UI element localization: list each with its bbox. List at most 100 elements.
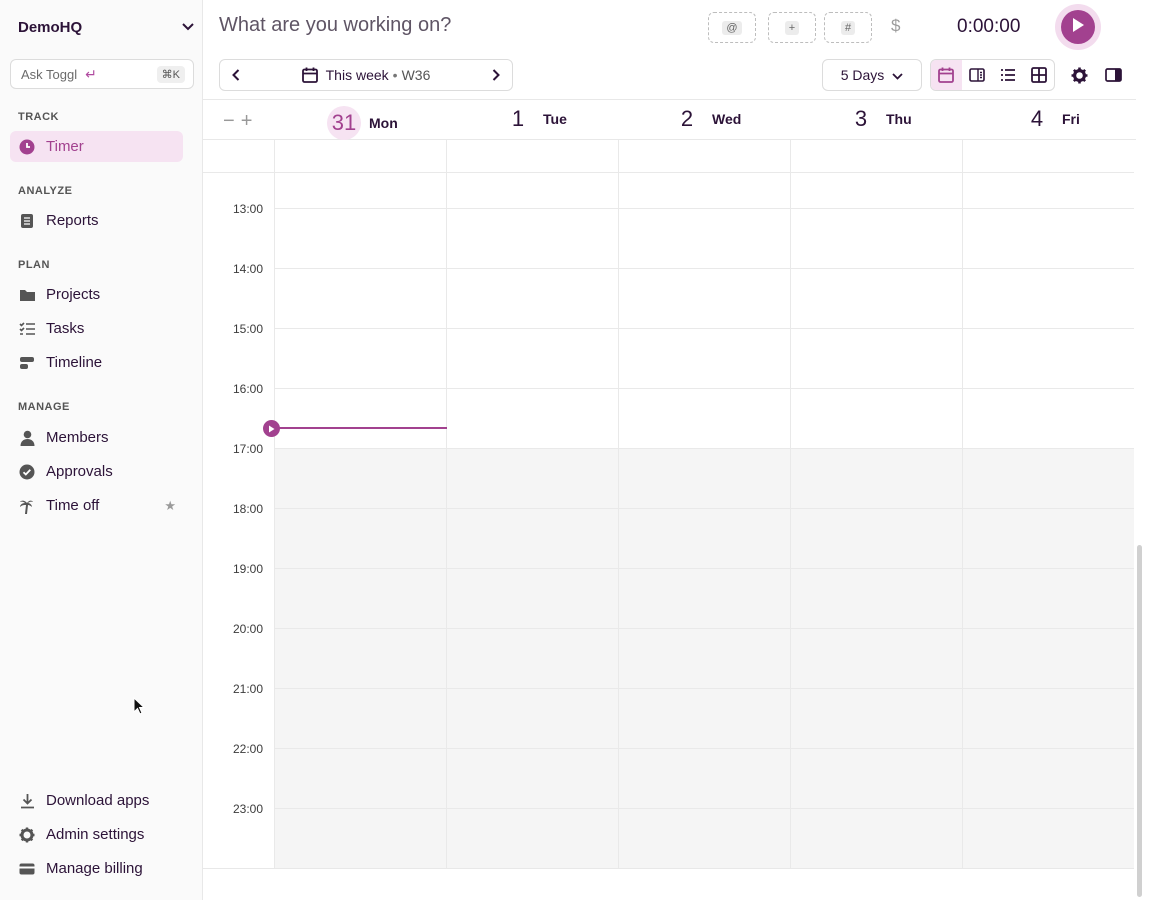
hour-label: 14:00 [233,262,264,276]
project-label: + [784,20,800,35]
calendar-scrollbar[interactable] [1137,545,1142,897]
ask-shortcut: ⌘K [156,65,185,83]
tag-label: # [840,20,856,35]
day-header-thu[interactable]: 3 Thu [844,106,912,132]
sidebar: DemoHQ Ask Toggl ↵ ⌘K TRACK Timer ANALYZ… [0,0,203,900]
chevron-down-icon [182,18,194,36]
sidebar-item-label: Approvals [46,463,113,480]
day-name: Tue [543,111,567,127]
calendar-icon [301,67,318,83]
sidebar-item-timer[interactable]: Timer [10,131,183,162]
sidebar-item-projects[interactable]: Projects [10,279,183,310]
day-number: 1 [511,106,525,131]
side-panel-icon [1104,68,1122,82]
split-view-button[interactable] [962,60,993,90]
tag-button[interactable]: # [824,12,872,43]
grid-hour-line [275,448,1134,449]
day-number: 3 [854,106,868,131]
sidebar-item-timeline[interactable]: Timeline [10,347,183,378]
current-time-marker[interactable] [263,420,280,437]
list-view-button[interactable] [993,60,1024,90]
grid-day-line [274,140,275,868]
day-number: 31 [327,106,361,140]
grid-day-line [962,140,963,868]
grid-hour-line [275,268,1134,269]
sidebar-item-reports[interactable]: Reports [10,205,183,236]
grid-hour-line [275,808,1134,809]
hour-label: 13:00 [233,202,264,216]
description-input[interactable]: What are you working on? [219,14,451,37]
section-analyze: ANALYZE [18,185,73,197]
days-select[interactable]: 5 Days [822,59,922,91]
footer-item-label: Admin settings [46,826,145,843]
sidebar-item-approvals[interactable]: Approvals [10,456,183,487]
zoom-in-icon[interactable]: + [241,110,259,132]
star-icon: ★ [164,497,176,513]
enter-icon: ↵ [85,65,97,82]
day-header-mon[interactable]: 31 Mon [327,106,398,140]
toggle-side-panel-button[interactable] [1101,63,1125,87]
workspace-switcher[interactable]: DemoHQ [18,17,194,37]
calendar-grid[interactable]: 13:00 14:00 15:00 16:00 17:00 18:00 19:0… [203,140,1134,869]
hour-label: 22:00 [233,742,264,756]
ask-toggl-input[interactable]: Ask Toggl ↵ ⌘K [10,59,194,89]
sidebar-item-tasks[interactable]: Tasks [10,313,183,344]
mouse-cursor-icon [133,696,146,720]
view-switcher [930,59,1055,91]
hour-label: 23:00 [233,802,264,816]
calendar-settings-button[interactable] [1067,63,1091,87]
day-header-tue[interactable]: 1 Tue [501,106,567,132]
section-plan: PLAN [18,259,50,271]
hour-label: 17:00 [233,442,264,456]
grid-hour-line [203,172,1134,173]
day-header-fri[interactable]: 4 Fri [1020,106,1080,132]
start-timer-button[interactable] [1055,4,1101,50]
grid-hour-line [275,688,1134,689]
sidebar-item-members[interactable]: Members [10,422,183,453]
clock-icon [18,138,36,156]
workspace-name: DemoHQ [18,18,83,36]
sidebar-item-label: Time off [46,497,100,514]
next-week-button[interactable] [480,60,512,90]
current-time-line [272,427,447,429]
hour-label: 15:00 [233,322,264,336]
sidebar-item-label: Tasks [46,320,85,337]
grid-hour-line [275,388,1134,389]
palm-tree-icon [18,497,36,515]
calendar-icon [938,67,955,83]
mention-button[interactable]: @ [708,12,756,43]
grid-hour-line [275,508,1134,509]
week-navigator: This week • W36 [219,59,513,91]
hour-label: 16:00 [233,382,264,396]
manage-billing-link[interactable]: Manage billing [10,853,183,884]
chevron-left-icon [232,69,240,81]
play-icon [1071,17,1085,38]
grid-day-line [790,140,791,868]
task-list-icon [18,320,36,338]
hour-label: 18:00 [233,502,264,516]
week-picker[interactable]: This week • W36 [252,67,480,83]
project-button[interactable]: + [768,12,816,43]
footer-item-label: Download apps [46,792,150,809]
section-track: TRACK [18,111,59,123]
timeline-icon [18,354,36,372]
zoom-controls[interactable]: −+ [223,110,258,133]
billable-toggle[interactable]: $ [891,16,900,36]
sidebar-item-label: Members [46,429,109,446]
grid-hour-line [275,628,1134,629]
timesheet-view-button[interactable] [1023,60,1054,90]
sidebar-item-time-off[interactable]: Time off ★ [10,490,183,521]
list-icon [1000,69,1015,81]
previous-week-button[interactable] [220,60,252,90]
day-header-wed[interactable]: 2 Wed [670,106,741,132]
document-icon [18,212,36,230]
section-manage: MANAGE [18,401,70,413]
admin-settings-link[interactable]: Admin settings [10,819,183,850]
zoom-out-icon[interactable]: − [223,110,241,132]
grid-icon [1030,67,1047,83]
download-apps-link[interactable]: Download apps [10,785,183,816]
sidebar-item-label: Timeline [46,354,103,371]
mention-label: @ [722,20,742,35]
calendar-view-button[interactable] [931,60,962,90]
chevron-down-icon [892,67,903,83]
